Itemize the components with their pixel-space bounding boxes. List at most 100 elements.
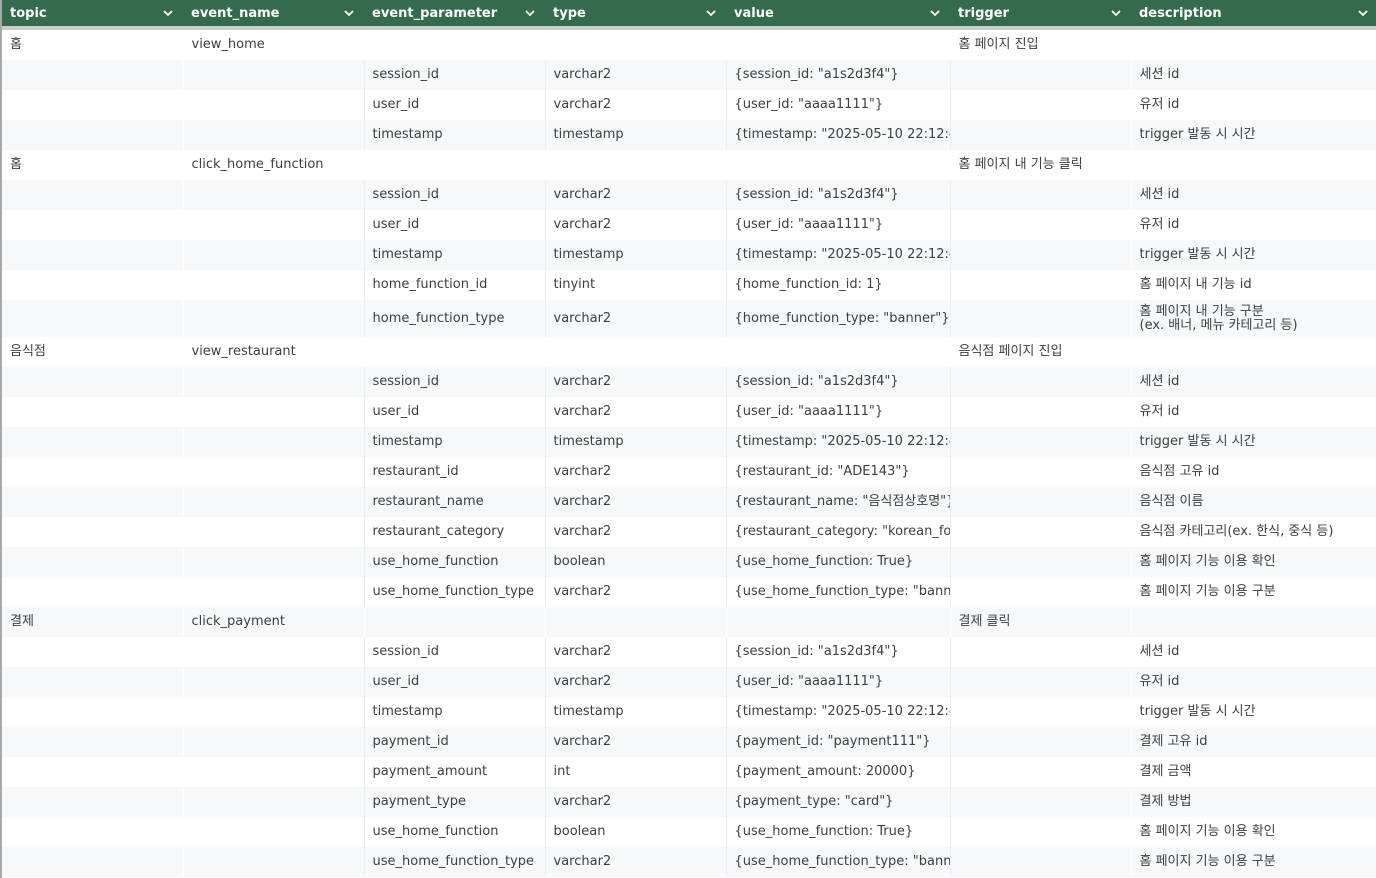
cell-topic[interactable]	[2, 577, 183, 607]
cell-description[interactable]: 음식점 고유 id	[1131, 457, 1376, 487]
cell-type[interactable]	[545, 337, 726, 367]
cell-topic[interactable]	[2, 487, 183, 517]
cell-description[interactable]: 세션 id	[1131, 367, 1376, 397]
cell-event-parameter[interactable]	[364, 337, 545, 367]
cell-topic[interactable]	[2, 457, 183, 487]
cell-value[interactable]: {use_home_function_type: "banner"}	[725, 847, 950, 877]
cell-event-name[interactable]	[183, 697, 364, 727]
cell-value[interactable]: {use_home_function: True}	[725, 817, 950, 847]
cell-event-name[interactable]	[183, 487, 364, 517]
column-header-description[interactable]: description	[1131, 0, 1376, 30]
cell-trigger[interactable]	[949, 727, 1131, 757]
chevron-down-icon[interactable]	[1356, 6, 1370, 20]
cell-type[interactable]	[545, 28, 726, 60]
cell-type[interactable]: varchar2	[544, 667, 726, 697]
cell-event-name[interactable]: click_home_function	[183, 150, 364, 180]
cell-value[interactable]: {user_id: "aaaa1111"}	[725, 90, 950, 120]
cell-description[interactable]: 홈 페이지 기능 이용 확인	[1131, 547, 1376, 577]
cell-description[interactable]: 홈 페이지 내 기능 id	[1131, 270, 1376, 300]
cell-trigger[interactable]	[949, 240, 1131, 270]
cell-type[interactable]: varchar2	[544, 210, 726, 240]
cell-event-parameter[interactable]: use_home_function_type	[363, 577, 545, 607]
cell-trigger[interactable]	[949, 577, 1131, 607]
cell-type[interactable]: varchar2	[544, 487, 726, 517]
cell-event-name[interactable]	[183, 240, 364, 270]
cell-topic[interactable]	[2, 90, 183, 120]
cell-value[interactable]: {user_id: "aaaa1111"}	[725, 397, 950, 427]
cell-value[interactable]: {home_function_id: 1}	[725, 270, 950, 300]
cell-type[interactable]: timestamp	[544, 240, 726, 270]
cell-description[interactable]: 홈 페이지 기능 이용 구분	[1131, 847, 1376, 877]
cell-trigger[interactable]	[949, 60, 1131, 90]
cell-trigger[interactable]	[949, 817, 1131, 847]
cell-value[interactable]: {timestamp: "2025-05-10 22:12:44"}	[725, 427, 950, 457]
cell-event-name[interactable]	[183, 577, 364, 607]
cell-topic[interactable]	[2, 547, 183, 577]
cell-trigger[interactable]: 홈 페이지 진입	[950, 28, 1131, 60]
cell-event-name[interactable]	[183, 270, 364, 300]
cell-event-parameter[interactable]: use_home_function	[363, 547, 545, 577]
cell-event-name[interactable]: click_payment	[183, 607, 364, 637]
cell-topic[interactable]	[2, 120, 183, 150]
cell-topic[interactable]	[2, 817, 183, 847]
cell-trigger[interactable]	[949, 180, 1131, 210]
cell-value[interactable]	[726, 337, 950, 367]
cell-type[interactable]: timestamp	[544, 427, 726, 457]
cell-event-parameter[interactable]: timestamp	[363, 427, 545, 457]
cell-trigger[interactable]	[949, 847, 1131, 877]
cell-type[interactable]: varchar2	[544, 180, 726, 210]
cell-event-name[interactable]	[183, 637, 364, 667]
cell-event-parameter[interactable]: session_id	[363, 637, 545, 667]
cell-event-name[interactable]	[183, 817, 364, 847]
cell-trigger[interactable]	[949, 90, 1131, 120]
cell-event-name[interactable]	[183, 60, 364, 90]
cell-value[interactable]: {payment_type: "card"}	[725, 787, 950, 817]
cell-topic[interactable]: 홈	[2, 28, 183, 60]
cell-description[interactable]: 유저 id	[1131, 90, 1376, 120]
cell-topic[interactable]	[2, 60, 183, 90]
cell-type[interactable]	[545, 150, 726, 180]
cell-description[interactable]: 홈 페이지 내 기능 구분 (ex. 배너, 메뉴 카테고리 등)	[1131, 300, 1376, 337]
cell-event-parameter[interactable]	[364, 28, 545, 60]
cell-value[interactable]: {session_id: "a1s2d3f4"}	[725, 180, 950, 210]
cell-event-name[interactable]	[183, 847, 364, 877]
cell-value[interactable]: {home_function_type: "banner"}	[725, 300, 950, 337]
cell-event-name[interactable]	[183, 517, 364, 547]
cell-topic[interactable]	[2, 637, 183, 667]
cell-event-name[interactable]	[183, 727, 364, 757]
cell-event-parameter[interactable]: restaurant_category	[363, 517, 545, 547]
cell-trigger[interactable]	[949, 757, 1131, 787]
cell-value[interactable]: {restaurant_id: "ADE143"}	[725, 457, 950, 487]
cell-description[interactable]: trigger 발동 시 시간	[1131, 120, 1376, 150]
cell-event-name[interactable]	[183, 397, 364, 427]
column-header-event-name[interactable]: event_name	[183, 0, 364, 30]
cell-description[interactable]: 유저 id	[1131, 667, 1376, 697]
cell-topic[interactable]	[2, 697, 183, 727]
cell-event-parameter[interactable]: user_id	[363, 397, 545, 427]
cell-event-name[interactable]	[183, 667, 364, 697]
cell-description[interactable]: 음식점 이름	[1131, 487, 1376, 517]
cell-type[interactable]: varchar2	[544, 517, 726, 547]
cell-type[interactable]: timestamp	[544, 120, 726, 150]
cell-type[interactable]: varchar2	[544, 90, 726, 120]
cell-type[interactable]: varchar2	[544, 727, 726, 757]
cell-trigger[interactable]	[949, 367, 1131, 397]
cell-event-name[interactable]	[183, 547, 364, 577]
cell-event-name[interactable]: view_home	[183, 28, 364, 60]
cell-event-parameter[interactable]: use_home_function_type	[363, 847, 545, 877]
column-header-topic[interactable]: topic	[2, 0, 183, 30]
cell-type[interactable]: varchar2	[544, 847, 726, 877]
cell-description[interactable]: 세션 id	[1131, 637, 1376, 667]
cell-event-name[interactable]	[183, 210, 364, 240]
cell-event-name[interactable]	[183, 90, 364, 120]
cell-value[interactable]: {session_id: "a1s2d3f4"}	[725, 637, 950, 667]
cell-topic[interactable]	[2, 727, 183, 757]
cell-topic[interactable]	[2, 757, 183, 787]
cell-value[interactable]: {restaurant_category: "korean_food"}	[725, 517, 950, 547]
cell-value[interactable]: {user_id: "aaaa1111"}	[725, 210, 950, 240]
cell-description[interactable]: 세션 id	[1131, 180, 1376, 210]
cell-trigger[interactable]	[949, 637, 1131, 667]
cell-value[interactable]: {payment_amount: 20000}	[725, 757, 950, 787]
column-header-event-parameter[interactable]: event_parameter	[364, 0, 545, 30]
cell-event-parameter[interactable]: payment_amount	[363, 757, 545, 787]
